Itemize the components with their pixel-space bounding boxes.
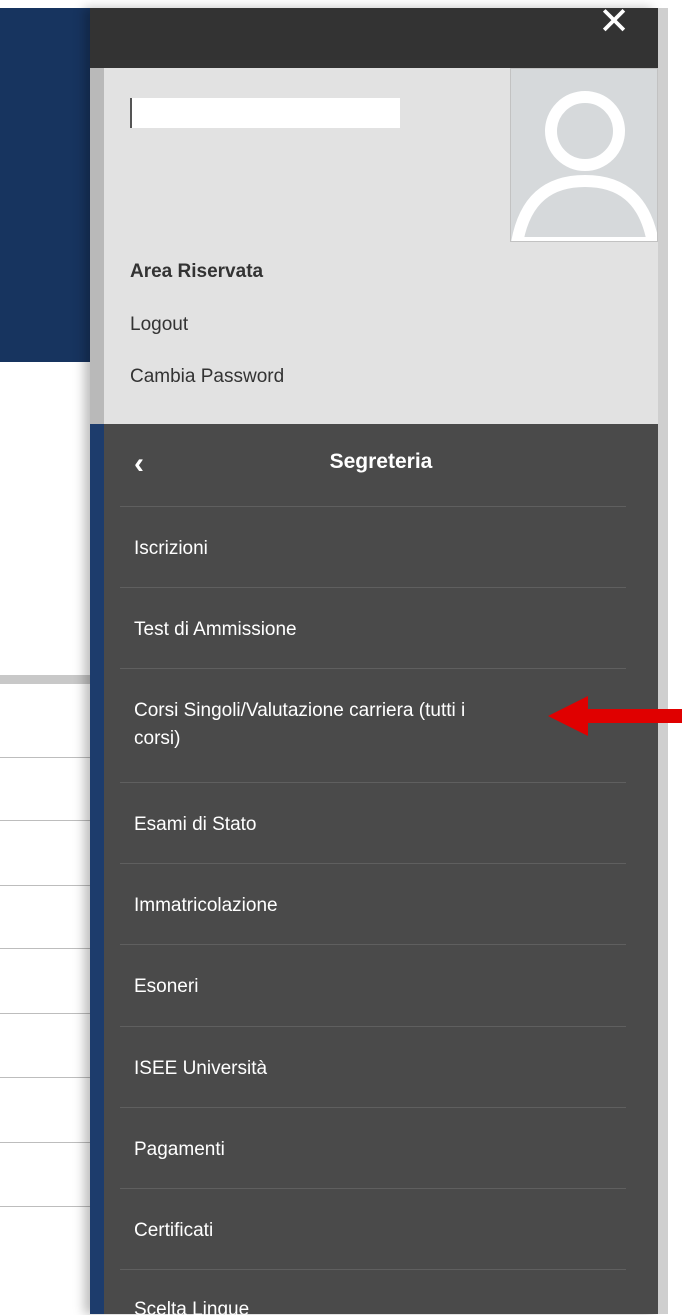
menu-item-immatricolazione[interactable]: Immatricolazione <box>120 863 626 945</box>
top-white-strip <box>0 0 682 8</box>
background-row-line <box>0 820 100 821</box>
scrollbar-track <box>658 8 668 1314</box>
background-row-line <box>0 885 100 886</box>
side-menu-panel: ✕ Area Riservata Logout Cambia Password … <box>90 2 658 1315</box>
menu-title: Segreteria <box>329 450 433 473</box>
menu-item-label: Scelta Lingue <box>134 1299 250 1315</box>
user-avatar-icon <box>510 68 658 242</box>
background-row-line <box>0 757 100 758</box>
menu-header: ‹ Segreteria <box>104 424 658 506</box>
red-arrow-icon <box>548 696 682 736</box>
background-row-line <box>0 1013 100 1014</box>
menu-item-label: Iscrizioni <box>134 538 208 559</box>
menu-item-esoneri[interactable]: Esoneri <box>120 944 626 1027</box>
menu-item-label-line2: corsi) <box>134 728 181 749</box>
menu-item-esami-di-stato[interactable]: Esami di Stato <box>120 782 626 864</box>
background-row-line <box>0 948 100 949</box>
menu-item-certificati[interactable]: Certificati <box>120 1188 626 1270</box>
menu-item-label: ISEE Università <box>134 1058 268 1079</box>
menu-item-iscrizioni[interactable]: Iscrizioni <box>120 506 626 588</box>
background-row-line <box>0 1206 100 1207</box>
user-area-stripe <box>90 68 104 424</box>
background-divider <box>0 675 100 684</box>
menu-item-pagamenti[interactable]: Pagamenti <box>120 1107 626 1189</box>
menu-item-label: Certificati <box>134 1220 214 1241</box>
menu-item-scelta-lingue[interactable]: Scelta Lingue <box>120 1269 626 1315</box>
background-row-line <box>0 1142 100 1143</box>
segreteria-menu: ‹ Segreteria Iscrizioni Test di Ammissio… <box>90 424 658 1315</box>
background-row-line <box>0 1077 100 1078</box>
background-page-header <box>0 0 100 362</box>
menu-item-label: Pagamenti <box>134 1139 225 1160</box>
menu-item-label: Esami di Stato <box>134 814 257 835</box>
menu-accent-stripe <box>90 424 104 1314</box>
menu-item-isee-universita[interactable]: ISEE Università <box>120 1026 626 1108</box>
change-password-link[interactable]: Cambia Password <box>130 366 284 388</box>
close-icon[interactable]: ✕ <box>594 2 634 42</box>
logout-link[interactable]: Logout <box>130 314 188 336</box>
menu-item-label: Esoneri <box>134 976 199 997</box>
reserved-area-title: Area Riservata <box>130 261 264 282</box>
menu-item-label: Immatricolazione <box>134 895 278 916</box>
menu-item-label: Test di Ammissione <box>134 619 297 640</box>
user-area: Area Riservata Logout Cambia Password <box>90 68 658 424</box>
menu-item-label: Corsi Singoli/Valutazione carriera (tutt… <box>134 700 466 721</box>
panel-top-bar: ✕ <box>90 2 658 68</box>
menu-item-test-ammissione[interactable]: Test di Ammissione <box>120 587 626 669</box>
username-redacted <box>130 98 400 128</box>
